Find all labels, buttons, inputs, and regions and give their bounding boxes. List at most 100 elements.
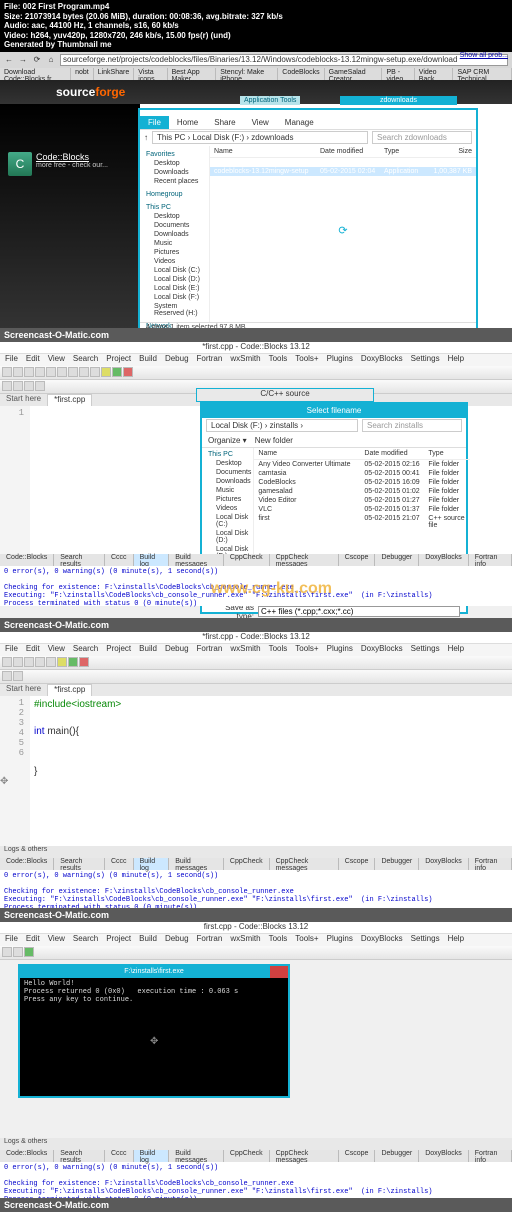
menu-item[interactable]: Search bbox=[70, 354, 101, 366]
bottom-tab[interactable]: Fortran info bbox=[469, 858, 512, 870]
nav-item[interactable]: Downloads bbox=[142, 168, 207, 177]
bottom-tab[interactable]: Search results bbox=[54, 858, 105, 870]
save-search[interactable]: Search zinstalls bbox=[362, 419, 462, 432]
path-box[interactable]: This PC › Local Disk (F:) › zdownloads bbox=[152, 131, 368, 144]
bottom-tab[interactable]: Debugger bbox=[375, 1150, 419, 1162]
browser-tab[interactable]: PB - video bbox=[382, 68, 414, 80]
explorer-search[interactable]: Search zdownloads bbox=[372, 131, 472, 144]
bottom-tab[interactable]: DoxyBlocks bbox=[419, 1150, 469, 1162]
menu-item[interactable]: Build bbox=[136, 934, 160, 946]
toolbar-icon[interactable] bbox=[13, 947, 23, 957]
bottom-tab[interactable]: Build log bbox=[134, 858, 170, 870]
toolbar-icon[interactable] bbox=[24, 381, 34, 391]
col-name[interactable]: Name bbox=[254, 450, 360, 457]
file-tab[interactable]: *first.cpp bbox=[47, 684, 92, 696]
nav-up-icon[interactable]: ↑ bbox=[144, 133, 148, 142]
save-icon[interactable] bbox=[24, 367, 34, 377]
menu-item[interactable]: Project bbox=[103, 644, 134, 656]
bottom-tab[interactable]: Search results bbox=[54, 1150, 105, 1162]
new-icon[interactable] bbox=[2, 367, 12, 377]
stop-icon[interactable] bbox=[79, 657, 89, 667]
nav-item[interactable]: Music bbox=[142, 239, 207, 248]
undo-icon[interactable] bbox=[35, 657, 45, 667]
menu-item[interactable]: Fortran bbox=[194, 644, 226, 656]
nav-item[interactable]: System Reserved (H:) bbox=[142, 302, 207, 318]
bottom-tab[interactable]: Search results bbox=[54, 554, 105, 566]
file-row[interactable]: camtasia 05-02-2015 00:37 Application 2,… bbox=[210, 158, 476, 167]
bottom-tab[interactable]: CppCheck messages bbox=[270, 1150, 339, 1162]
nav-item[interactable]: Videos bbox=[142, 257, 207, 266]
menu-item[interactable]: wxSmith bbox=[227, 934, 263, 946]
redo-icon[interactable] bbox=[46, 367, 56, 377]
col-type[interactable]: Type bbox=[380, 148, 426, 155]
menu-item[interactable]: Tools+ bbox=[292, 934, 321, 946]
menu-item[interactable]: Fortran bbox=[194, 354, 226, 366]
bottom-tab[interactable]: Cccc bbox=[105, 554, 134, 566]
bottom-tab[interactable]: CppCheck messages bbox=[270, 858, 339, 870]
build-icon[interactable] bbox=[57, 657, 67, 667]
menu-item[interactable]: Help bbox=[445, 644, 467, 656]
menu-item[interactable]: Debug bbox=[162, 644, 192, 656]
ribbon-view[interactable]: View bbox=[244, 116, 277, 129]
menu-item[interactable]: Project bbox=[103, 934, 134, 946]
file-row[interactable]: codeblocks-13.12mingw-setup 05-02-2015 0… bbox=[210, 167, 476, 176]
nav-item[interactable]: Pictures bbox=[204, 495, 251, 504]
menu-item[interactable]: wxSmith bbox=[227, 644, 263, 656]
file-row[interactable]: vlc-2.1.5-win32 05-02-2015 01:28 Applica… bbox=[210, 185, 476, 194]
home-button[interactable]: ⌂ bbox=[46, 55, 56, 65]
bottom-tab[interactable]: Debugger bbox=[375, 858, 419, 870]
browser-tab[interactable]: LinkShare bbox=[94, 68, 135, 80]
nav-homegroup[interactable]: Homegroup bbox=[142, 190, 207, 199]
nav-item[interactable]: Videos bbox=[204, 504, 251, 513]
bottom-tab[interactable]: DoxyBlocks bbox=[419, 554, 469, 566]
nav-thispc[interactable]: This PC bbox=[142, 203, 207, 212]
new-icon[interactable] bbox=[2, 657, 12, 667]
col-name[interactable]: Name bbox=[210, 148, 316, 155]
browser-tab[interactable]: Video Back... bbox=[415, 68, 454, 80]
menu-item[interactable]: Tools+ bbox=[292, 354, 321, 366]
menu-item[interactable]: Edit bbox=[23, 644, 43, 656]
menu-item[interactable]: File bbox=[2, 354, 21, 366]
file-row[interactable]: CodeBlocks05-02-2015 16:09File folder bbox=[254, 478, 470, 487]
browser-tab[interactable]: Best App Maker... bbox=[168, 68, 217, 80]
menu-item[interactable]: Debug bbox=[162, 354, 192, 366]
menu-item[interactable]: File bbox=[2, 934, 21, 946]
paste-icon[interactable] bbox=[79, 367, 89, 377]
toolbar-icon[interactable] bbox=[13, 671, 23, 681]
nav-item[interactable]: Desktop bbox=[204, 459, 251, 468]
code-area[interactable]: #include<iostream> int main(){ } bbox=[30, 696, 512, 846]
back-button[interactable]: ← bbox=[4, 55, 14, 65]
ribbon-file[interactable]: File bbox=[140, 116, 169, 129]
nav-item[interactable]: Local Disk (D:) bbox=[204, 529, 251, 545]
save-icon[interactable] bbox=[24, 657, 34, 667]
reload-button[interactable]: ⟳ bbox=[32, 55, 42, 65]
nav-item[interactable]: Local Disk (C:) bbox=[204, 513, 251, 529]
menu-item[interactable]: Settings bbox=[408, 354, 443, 366]
organize-button[interactable]: Organize ▾ bbox=[208, 436, 247, 445]
ribbon-home[interactable]: Home bbox=[169, 116, 206, 129]
menu-item[interactable]: Build bbox=[136, 644, 160, 656]
menu-item[interactable]: Tools bbox=[266, 354, 291, 366]
bottom-tab[interactable]: Build log bbox=[134, 1150, 170, 1162]
copy-icon[interactable] bbox=[68, 367, 78, 377]
nav-item[interactable]: Local Disk (C:) bbox=[142, 266, 207, 275]
file-row[interactable]: gamesalad05-02-2015 01:02File folder bbox=[254, 487, 470, 496]
file-row[interactable]: first05-02-2015 21:07C++ source file bbox=[254, 514, 470, 530]
save-path[interactable]: Local Disk (F:) › zinstalls › bbox=[206, 419, 358, 432]
menu-item[interactable]: View bbox=[45, 644, 68, 656]
codeblocks-title[interactable]: Code::Blocks bbox=[36, 152, 108, 162]
bottom-tab[interactable]: Build log bbox=[134, 554, 170, 566]
col-type[interactable]: Type bbox=[424, 450, 470, 457]
menu-item[interactable]: View bbox=[45, 934, 68, 946]
nav-item[interactable]: Desktop bbox=[142, 212, 207, 221]
run-icon[interactable] bbox=[24, 947, 34, 957]
bottom-tab[interactable]: Cscope bbox=[339, 1150, 376, 1162]
nav-item[interactable]: Local Disk (F:) bbox=[142, 293, 207, 302]
menu-item[interactable]: Debug bbox=[162, 934, 192, 946]
col-date[interactable]: Date modified bbox=[316, 148, 380, 155]
bottom-tab[interactable]: Build messages bbox=[169, 554, 224, 566]
bottom-tab[interactable]: CppCheck bbox=[224, 858, 270, 870]
file-row[interactable]: Video Editor05-02-2015 01:27File folder bbox=[254, 496, 470, 505]
menu-item[interactable]: wxSmith bbox=[227, 354, 263, 366]
browser-tab[interactable]: Download Code::Blocks fr... bbox=[0, 68, 71, 80]
